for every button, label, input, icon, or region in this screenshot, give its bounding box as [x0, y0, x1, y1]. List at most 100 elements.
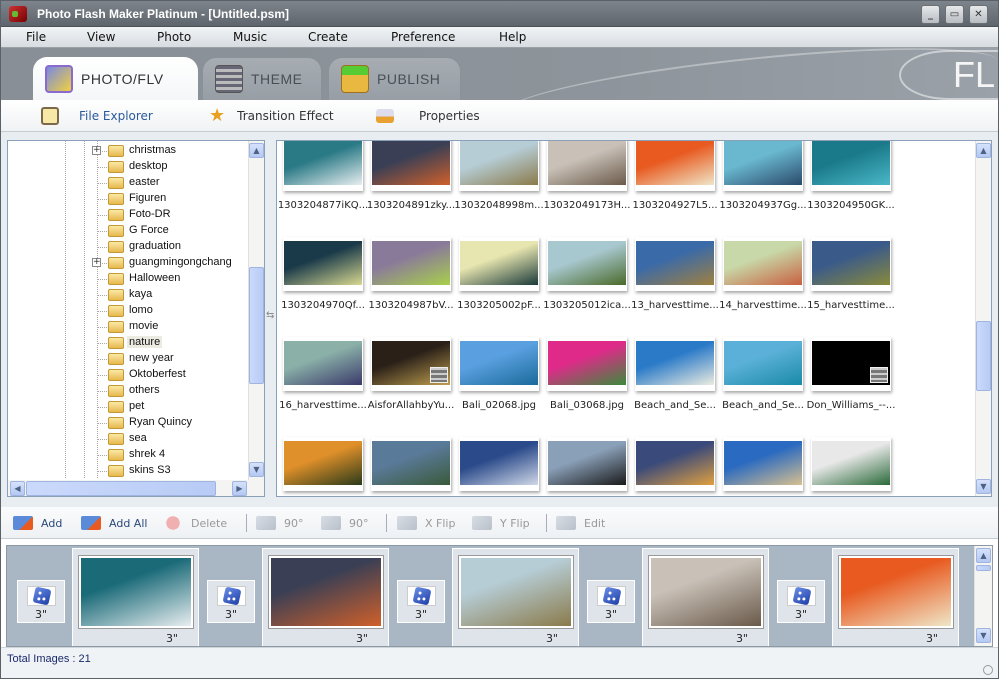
photo-thumbnail[interactable]: [277, 437, 365, 496]
menu-help[interactable]: Help: [499, 30, 526, 44]
scroll-thumb[interactable]: [976, 321, 991, 391]
toolbar-add-all-button[interactable]: Add All: [81, 516, 147, 530]
storyboard-scrollbar[interactable]: ▲ ▼: [974, 546, 992, 646]
menu-bar: File View Photo Music Create Preference …: [0, 27, 999, 48]
storyboard-transition[interactable]: 3": [587, 580, 635, 623]
magnifier-icon: [41, 106, 59, 125]
expand-icon[interactable]: +: [92, 146, 101, 155]
menu-preference[interactable]: Preference: [391, 30, 455, 44]
storyboard-photo[interactable]: 3": [452, 548, 579, 646]
storyboard-transition[interactable]: 3": [207, 580, 255, 623]
photo-duration: 3": [355, 632, 368, 645]
transition-duration: 3": [224, 608, 238, 621]
menu-view[interactable]: View: [87, 30, 115, 44]
photo-thumbnail[interactable]: 1303205012ica...: [541, 237, 631, 327]
photo-thumbnail[interactable]: 16_harvesttime...: [277, 337, 367, 427]
photo-thumbnail[interactable]: Bali_02068.jpg: [453, 337, 541, 427]
scroll-down-button[interactable]: ▼: [249, 462, 264, 477]
toolbar-flip-x-button[interactable]: X Flip: [397, 516, 455, 530]
zoom-icon[interactable]: [983, 665, 993, 675]
toolbar-rotate-left-button[interactable]: 90°: [256, 516, 304, 530]
folder-icon: [108, 193, 124, 205]
photo-thumbnail[interactable]: 1303204927L5...: [629, 141, 718, 227]
photo-thumbnail[interactable]: Bali_03068.jpg: [541, 337, 629, 427]
panel-splitter[interactable]: ⇆: [266, 140, 275, 497]
scroll-right-button[interactable]: ▶: [232, 481, 247, 496]
thumbnail-image: [371, 237, 451, 291]
photo-thumbnail[interactable]: 1303204891zky...: [365, 141, 455, 227]
storyboard-photo[interactable]: 3": [72, 548, 199, 646]
scroll-down-button[interactable]: ▼: [976, 479, 991, 494]
photo-thumbnail[interactable]: 13_harvesttime...: [629, 237, 719, 327]
scroll-up-button[interactable]: ▲: [976, 548, 991, 563]
toolbar-add-image-button[interactable]: Add: [13, 516, 62, 530]
storyboard-photo[interactable]: 3": [642, 548, 769, 646]
video-thumbnail[interactable]: AisforAllahbyYu...: [365, 337, 454, 427]
add-all-icon: [81, 516, 101, 530]
storyboard-photo[interactable]: 3": [262, 548, 389, 646]
file-name: 13032048998m...: [454, 200, 544, 211]
menu-create[interactable]: Create: [308, 30, 348, 44]
scroll-up-button[interactable]: ▲: [249, 143, 264, 158]
photo-thumbnail[interactable]: Beach_and_Se...: [629, 337, 717, 427]
folder-label: G Force: [129, 224, 169, 236]
menu-music[interactable]: Music: [233, 30, 267, 44]
photo-thumbnail[interactable]: [805, 437, 893, 496]
subnav-transition-effect[interactable]: ★ Transition Effect: [209, 106, 334, 125]
photo-thumbnail[interactable]: [717, 437, 805, 496]
photo-thumbnail[interactable]: Beach_and_Se...: [717, 337, 805, 427]
folder-icon: [108, 305, 124, 317]
scroll-up-button[interactable]: ▲: [976, 143, 991, 158]
folder-label: others: [129, 384, 160, 396]
photo-thumbnail[interactable]: 1303204937Gg...: [717, 141, 807, 227]
menu-photo[interactable]: Photo: [157, 30, 191, 44]
subnav-properties[interactable]: Properties: [376, 108, 480, 123]
thumbnail-image: [811, 141, 891, 191]
grid-vertical-scrollbar[interactable]: ▲ ▼: [975, 141, 991, 496]
tree-horizontal-scrollbar[interactable]: ◀ ▶: [8, 480, 264, 496]
storyboard-transition[interactable]: 3": [17, 580, 65, 623]
toolbar-delete-button[interactable]: Delete: [163, 516, 227, 530]
folder-icon: [108, 273, 124, 285]
scroll-thumb[interactable]: [976, 565, 991, 571]
folder-icon: [108, 465, 124, 477]
toolbar-edit-text-button[interactable]: Edit: [556, 516, 605, 530]
toolbar-rotate-right-button[interactable]: 90°: [321, 516, 369, 530]
scroll-left-button[interactable]: ◀: [10, 481, 25, 496]
photo-thumbnail[interactable]: [629, 437, 717, 496]
video-thumbnail[interactable]: Don_Williams_--...: [805, 337, 895, 427]
file-name: 1303204877iKQ...: [277, 200, 369, 211]
scroll-down-button[interactable]: ▼: [976, 628, 991, 643]
photo-thumbnail[interactable]: 13032049173H...: [541, 141, 630, 227]
tab-theme[interactable]: THEME: [202, 57, 322, 100]
folder-icon: [108, 401, 124, 413]
subnav-file-explorer[interactable]: File Explorer: [41, 106, 153, 125]
photo-thumbnail[interactable]: 1303204987bV...: [365, 237, 454, 327]
expand-icon[interactable]: +: [92, 258, 101, 267]
scroll-thumb[interactable]: [249, 267, 264, 384]
storyboard-transition[interactable]: 3": [777, 580, 825, 623]
toolbar-flip-y-button[interactable]: Y Flip: [472, 516, 530, 530]
tab-photo-flv[interactable]: PHOTO/FLV: [33, 57, 198, 100]
storyboard-photo[interactable]: 3": [832, 548, 959, 646]
minimize-button[interactable]: _: [921, 5, 940, 24]
menu-file[interactable]: File: [26, 30, 46, 44]
photo-thumbnail[interactable]: 13032048998m...: [453, 141, 544, 227]
photo-thumbnail[interactable]: 1303204877iKQ...: [277, 141, 368, 227]
photo-thumbnail[interactable]: 1303204950GK...: [805, 141, 895, 227]
photo-thumbnail[interactable]: [453, 437, 541, 496]
photo-thumbnail[interactable]: [365, 437, 453, 496]
photo-duration: 3": [925, 632, 938, 645]
dice-icon: [222, 586, 241, 606]
tree-vertical-scrollbar[interactable]: ▲ ▼: [248, 141, 264, 480]
storyboard-transition[interactable]: 3": [397, 580, 445, 623]
photo-thumbnail[interactable]: 15_harvesttime...: [805, 237, 895, 327]
photo-thumbnail[interactable]: 14_harvesttime...: [717, 237, 807, 327]
scroll-thumb[interactable]: [26, 481, 216, 496]
maximize-button[interactable]: ▭: [945, 5, 964, 24]
tab-publish[interactable]: PUBLISH: [328, 57, 461, 100]
close-button[interactable]: ✕: [969, 5, 988, 24]
photo-thumbnail[interactable]: 1303205002pF...: [453, 237, 541, 327]
photo-thumbnail[interactable]: 1303204970Qf...: [277, 237, 365, 327]
photo-thumbnail[interactable]: [541, 437, 629, 496]
